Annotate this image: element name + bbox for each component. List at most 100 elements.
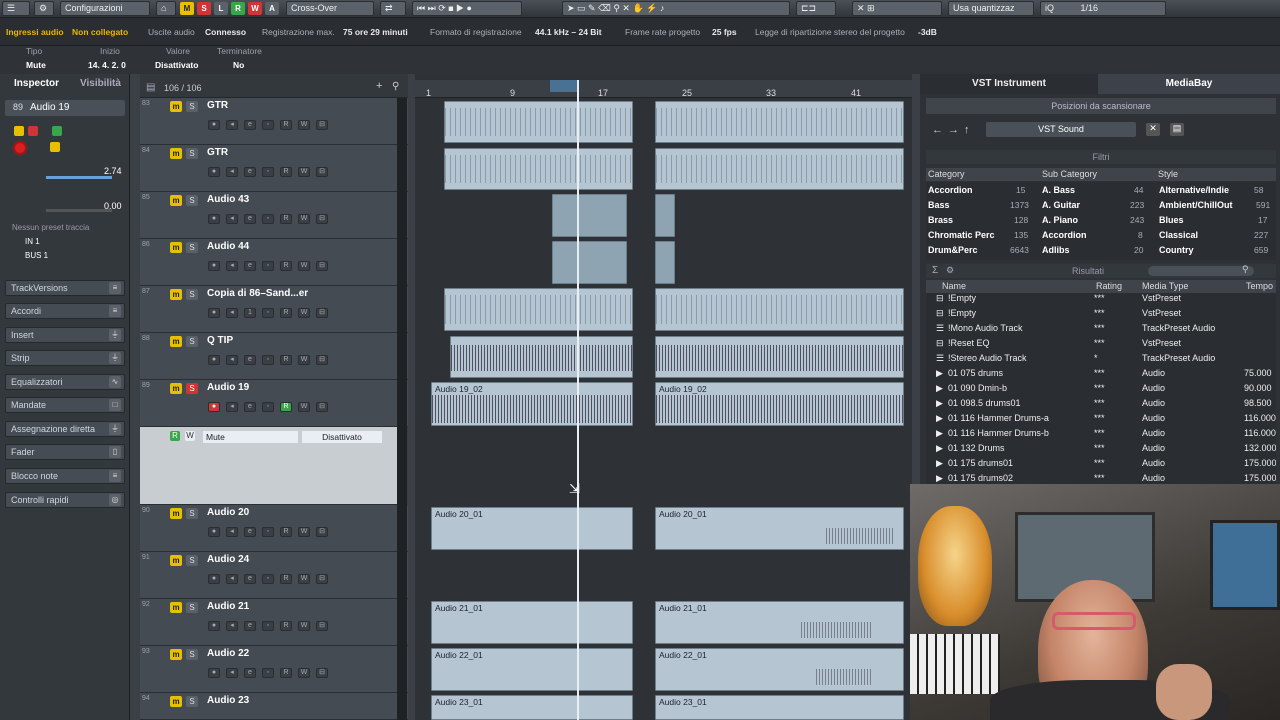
monitor-button[interactable]	[50, 142, 60, 152]
audio-event[interactable]: Audio 23_01	[431, 695, 633, 720]
section-strip[interactable]: Strip ⏚	[5, 350, 125, 366]
info-value-value[interactable]: Disattivato	[155, 60, 198, 70]
playhead-cursor[interactable]	[577, 80, 579, 720]
subcategory-header[interactable]: Sub Category	[1042, 169, 1097, 179]
volume-slider[interactable]	[46, 176, 112, 179]
result-row[interactable]: ⊟ !Reset EQ *** VstPreset	[934, 338, 1276, 353]
mute-button[interactable]: m	[170, 289, 182, 300]
solo-button[interactable]: S	[186, 195, 198, 206]
track-controls[interactable]: ● ◂ e ◦ R W ⊟	[208, 353, 336, 365]
solo-mode-button[interactable]: S	[197, 2, 211, 15]
category-item[interactable]: Brass	[928, 215, 953, 225]
save-icon[interactable]: ▤	[1170, 123, 1184, 136]
volume-value[interactable]: 2.74	[104, 166, 122, 176]
audio-event[interactable]	[655, 241, 675, 284]
audio-event[interactable]: Audio 22_01	[655, 648, 904, 691]
solo-button[interactable]: S	[186, 289, 198, 300]
track-name[interactable]: Audio 20	[207, 507, 249, 518]
mute-button[interactable]: m	[170, 508, 182, 519]
result-row[interactable]: ▶ 01 090 Dmin-b *** Audio 90.000	[934, 383, 1276, 398]
solo-button[interactable]: S	[186, 649, 198, 660]
project-timeline[interactable]: 1 9 17 25 33 41 Audio 19_02 Audio 19_02 …	[415, 74, 912, 720]
track-name[interactable]: Q TIP	[207, 335, 233, 346]
grid-button[interactable]: ✕ ⊞	[852, 1, 942, 16]
track-row[interactable]: 83 m S GTR ● ◂ e ◦ R W ⊟	[140, 98, 408, 145]
audio-event[interactable]	[655, 288, 904, 331]
sigma-icon[interactable]: Σ	[932, 265, 938, 276]
track-name[interactable]: GTR	[207, 147, 228, 158]
results-search-input[interactable]	[1148, 266, 1254, 276]
transport-controls[interactable]: ⏮ ⏭ ⟳ ◼ ▶ ●	[412, 1, 522, 16]
tab-visibility[interactable]: Visibilità	[80, 78, 121, 89]
track-name[interactable]: Audio 23	[207, 695, 249, 706]
solo-button[interactable]: S	[186, 602, 198, 613]
track-controls[interactable]: ● ◂ e ◦ R W ⊟	[208, 118, 336, 130]
midi-part[interactable]	[655, 148, 904, 190]
input-routing[interactable]: IN 1	[25, 237, 40, 246]
pan-slider[interactable]	[46, 209, 112, 212]
track-row[interactable]: 91 m S Audio 24 ● ◂ e ◦ R W ⊟	[140, 552, 408, 599]
inspector-track-header[interactable]: 89 Audio 19	[5, 100, 125, 116]
subcategory-item[interactable]: A. Bass	[1042, 185, 1075, 195]
track-controls[interactable]: ● ◂ e ◦ R W ⊟	[208, 259, 336, 271]
audio-event[interactable]	[450, 336, 633, 378]
category-item[interactable]: Bass	[928, 200, 950, 210]
track-name[interactable]: Audio 24	[207, 554, 249, 565]
col-rating[interactable]: Rating	[1096, 281, 1122, 291]
category-header[interactable]: Category	[928, 169, 965, 179]
track-name[interactable]: Audio 22	[207, 648, 249, 659]
auto-mode-button[interactable]: A	[265, 2, 279, 15]
location-select[interactable]: VST Sound	[986, 122, 1136, 137]
style-item[interactable]: Alternative/Indie	[1159, 185, 1229, 195]
result-row[interactable]: ▶ 01 175 drums01 *** Audio 175.000	[934, 458, 1276, 473]
forward-arrow-icon[interactable]: →	[948, 124, 959, 136]
track-controls[interactable]: ● ◂ e ◦ R W ⊟	[208, 525, 336, 537]
inspector-mute-button[interactable]	[14, 126, 24, 136]
track-name[interactable]: Copia di 86–Sand...er	[207, 288, 308, 299]
track-controls[interactable]: ● ◂ e ◦ R W ⊟	[208, 619, 336, 631]
ruler[interactable]: 1 9 17 25 33 41	[415, 80, 912, 98]
info-start-value[interactable]: 14. 4. 2. 0	[88, 60, 126, 70]
play-icon[interactable]: ▶	[936, 443, 943, 454]
mute-button[interactable]: m	[170, 195, 182, 206]
mute-button[interactable]: m	[170, 383, 182, 394]
solo-button[interactable]: S	[186, 696, 198, 707]
gear-icon[interactable]: ⚙	[34, 1, 54, 16]
audio-event[interactable]	[552, 241, 627, 284]
inspector-read-button[interactable]	[52, 126, 62, 136]
mute-button[interactable]: m	[170, 336, 182, 347]
solo-button[interactable]: S	[186, 242, 198, 253]
col-media-type[interactable]: Media Type	[1142, 281, 1188, 291]
result-row[interactable]: ▶ 01 098.5 drums01 *** Audio 98.500	[934, 398, 1276, 413]
play-icon[interactable]: ▶	[936, 398, 943, 409]
play-icon[interactable]: ▶	[936, 368, 943, 379]
record-enable-button[interactable]	[13, 141, 27, 155]
track-row-selected[interactable]: 89 m S Audio 19 ● ◂ e ◦ R W ⊟	[140, 380, 408, 427]
track-preset[interactable]: Nessun preset traccia	[12, 223, 89, 232]
section-direct-routing[interactable]: Assegnazione diretta ⏚	[5, 421, 125, 437]
loop-range[interactable]	[550, 80, 577, 92]
write-mode-button[interactable]: W	[248, 2, 262, 15]
track-row[interactable]: 84 m S GTR ● ◂ e ◦ R W ⊟	[140, 145, 408, 192]
track-scrollbar[interactable]	[397, 98, 407, 720]
add-track-icon[interactable]: +	[376, 80, 382, 92]
filters-header[interactable]: Filtri	[926, 150, 1276, 164]
play-icon[interactable]: ▶	[936, 413, 943, 424]
automation-lane-header[interactable]: R W Mute Disattivato	[140, 427, 398, 505]
result-row[interactable]: ▶ 01 116 Hammer Drums-b *** Audio 116.000	[934, 428, 1276, 443]
track-name[interactable]: Audio 43	[207, 194, 249, 205]
close-icon[interactable]: ✕	[1146, 123, 1160, 136]
mute-button[interactable]: m	[170, 242, 182, 253]
search-icon[interactable]: ⚲	[1242, 264, 1249, 275]
snap-toggle[interactable]: ⊏⊐	[796, 1, 836, 16]
col-name[interactable]: Name	[942, 281, 966, 291]
subcategory-item[interactable]: Accordion	[1042, 230, 1087, 240]
quantize-value-select[interactable]: iQ 1/16	[1040, 1, 1166, 16]
track-controls[interactable]: ● ◂ 1 ◦ R W ⊟	[208, 306, 336, 318]
solo-button[interactable]: S	[186, 508, 198, 519]
scan-locations-header[interactable]: Posizioni da scansionare	[926, 98, 1276, 114]
listen-mode-button[interactable]: L	[214, 2, 228, 15]
style-item[interactable]: Classical	[1159, 230, 1198, 240]
tab-inspector[interactable]: Inspector	[14, 78, 59, 89]
audio-event[interactable]: Audio 19_02	[655, 382, 904, 426]
